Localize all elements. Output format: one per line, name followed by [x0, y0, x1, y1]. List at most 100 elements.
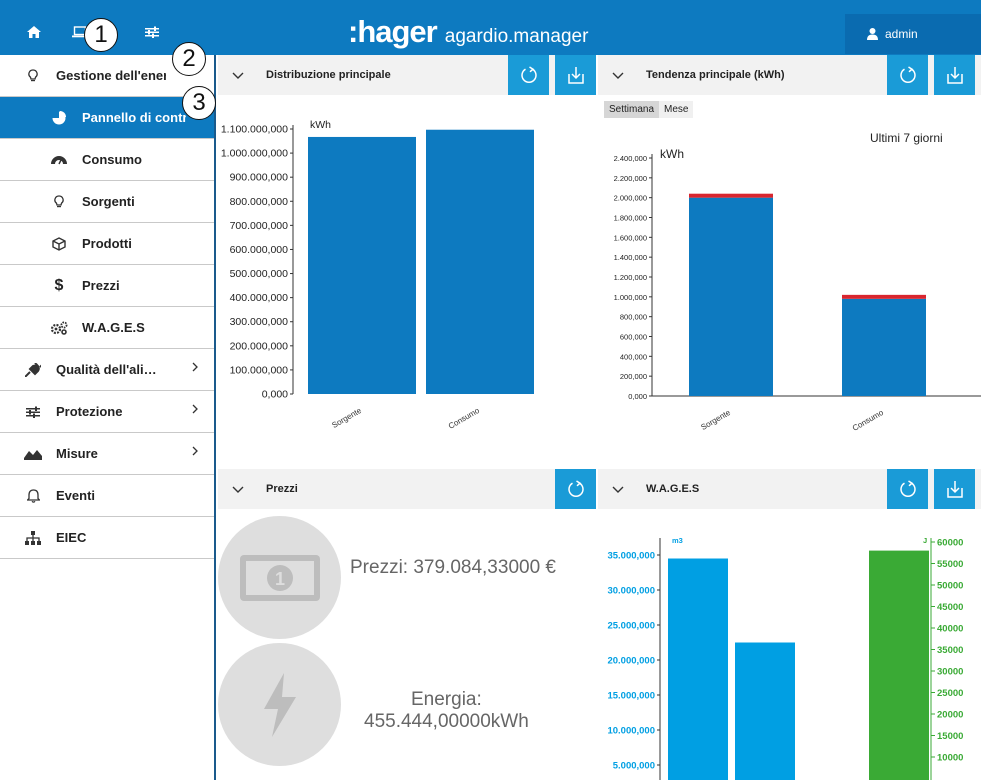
product-name: agardio.manager [444, 26, 589, 47]
distribuzione-chart: 0,000 100.000,000 200.000,000 300.000,000 40… [221, 119, 534, 431]
sidebar-item-label: Prodotti [82, 236, 132, 251]
y-tick-label: 600.000,000 [230, 244, 289, 256]
y-tick-label: 1.400,000 [614, 253, 647, 262]
y-tick-label: 600,000 [620, 333, 647, 342]
sidebar-item-qualita-alimentazione[interactable]: Qualità dell'alimentazione [0, 349, 214, 391]
pie-chart-icon [52, 110, 66, 124]
user-menu[interactable]: admin [845, 14, 981, 54]
lightbulb-icon [28, 68, 38, 81]
panel-header-wages: W.A.G.E.S [598, 469, 981, 509]
collapse-button[interactable] [232, 486, 248, 493]
lightbulb-icon [54, 194, 64, 207]
y-tick-label: 1.000.000,000 [221, 148, 288, 160]
money-circle: 1 [218, 516, 341, 639]
lightning-icon [263, 672, 296, 737]
chevron-down-icon [232, 486, 244, 493]
sliders-icon [145, 26, 159, 38]
toggle-settimana[interactable]: Settimana [604, 101, 660, 118]
sidebar: Gestione dell'energia Pannello di contro… [0, 55, 216, 780]
x-tick-label: Sorgente [699, 408, 732, 432]
settings-button[interactable] [130, 10, 174, 54]
plug-icon [25, 362, 41, 377]
svg-text:1: 1 [274, 569, 284, 589]
download-icon [946, 481, 963, 498]
y-tick-label: 1.600,000 [614, 233, 647, 242]
refresh-button[interactable] [887, 55, 928, 95]
left-tick-label: 5.000,000 [613, 761, 655, 772]
toggle-mese[interactable]: Mese [659, 101, 694, 118]
y-tick-label: 700.000,000 [230, 220, 289, 232]
refresh-icon [899, 66, 916, 83]
bar [869, 550, 929, 780]
sidebar-item-prezzi[interactable]: $ Prezzi [0, 265, 214, 307]
app-logo: :hager agardio.manager [348, 14, 588, 50]
right-tick-label: 40000 [937, 624, 963, 635]
download-button[interactable] [555, 55, 596, 95]
sidebar-item-label: Protezione [56, 404, 123, 419]
sitemap-icon [25, 530, 41, 545]
energy-circle [218, 643, 341, 766]
download-button[interactable] [934, 469, 975, 509]
panel-title: Tendenza principale (kWh) [646, 69, 785, 81]
sidebar-item-label: Qualità dell'alimentazione [56, 362, 168, 377]
y-tick-label: 800.000,000 [230, 196, 289, 208]
collapse-button[interactable] [232, 72, 248, 79]
sidebar-item-eiec[interactable]: EIEC [0, 517, 214, 559]
y-tick-label: 100.000,000 [230, 364, 289, 376]
sidebar-item-label: Sorgenti [82, 194, 135, 209]
cogs-icon [50, 321, 68, 335]
left-tick-label: 15.000,000 [607, 691, 655, 702]
sidebar-item-label: Gestione dell'energia [56, 68, 166, 83]
y-tick-label: 800,000 [620, 313, 647, 322]
right-tick-label: 20000 [937, 710, 963, 721]
right-tick-label: 30000 [937, 667, 963, 678]
y-tick-label: 900.000,000 [230, 172, 289, 184]
refresh-button[interactable] [887, 469, 928, 509]
sidebar-item-label: Misure [56, 446, 98, 461]
right-tick-label: 25000 [937, 688, 963, 699]
collapse-button[interactable] [612, 72, 628, 79]
download-button[interactable] [934, 55, 975, 95]
username: admin [885, 27, 918, 41]
bar-segment [689, 193, 773, 198]
sidebar-item-consumo[interactable]: Consumo [0, 139, 214, 181]
sidebar-item-protezione[interactable]: Protezione [0, 391, 214, 433]
bar [735, 642, 795, 780]
refresh-button[interactable] [555, 469, 596, 509]
dollar-icon: $ [54, 276, 64, 294]
left-tick-label: 25.000,000 [607, 621, 655, 632]
y-tick-label: 500.000,000 [230, 268, 289, 280]
energy-total: Energia: 455.444,00000kWh [364, 689, 529, 733]
y-tick-label: 2.400,000 [614, 154, 647, 163]
right-tick-label: 35000 [937, 645, 963, 656]
panel-header-prezzi: Prezzi [218, 469, 596, 509]
sidebar-item-prodotti[interactable]: Prodotti [0, 223, 214, 265]
panel-header-distribuzione: Distribuzione principale [218, 55, 596, 95]
sidebar-item-eventi[interactable]: Eventi [0, 475, 214, 517]
right-tick-label: 45000 [937, 602, 963, 613]
collapse-button[interactable] [612, 486, 628, 493]
chevron-down-icon [612, 72, 624, 79]
chevron-right-icon [192, 362, 198, 372]
sidebar-item-label: W.A.G.E.S [82, 320, 145, 335]
right-tick-label: 60000 [937, 538, 963, 549]
y-tick-label: 1.000,000 [614, 293, 647, 302]
area-chart-icon [24, 449, 42, 460]
y-tick-label: 400,000 [620, 352, 647, 361]
price-total: Prezzi: 379.084,33000 € [350, 557, 556, 578]
download-icon [946, 67, 963, 84]
sidebar-item-label: EIEC [56, 530, 87, 545]
bar-segment [689, 197, 773, 396]
sidebar-item-wages[interactable]: W.A.G.E.S [0, 307, 214, 349]
banknote-icon: 1 [239, 554, 320, 601]
energy-value: 455.444,00000kWh [364, 711, 529, 732]
left-axis-unit: m3 [672, 536, 683, 545]
home-button[interactable] [12, 10, 56, 54]
sidebar-item-misure[interactable]: Misure [0, 433, 214, 475]
chevron-right-icon [192, 446, 198, 456]
refresh-button[interactable] [508, 55, 549, 95]
right-tick-label: 50000 [937, 581, 963, 592]
right-tick-label: 15000 [937, 731, 963, 742]
sidebar-item-label: Pannello di controllo [82, 110, 186, 125]
sidebar-item-sorgenti[interactable]: Sorgenti [0, 181, 214, 223]
